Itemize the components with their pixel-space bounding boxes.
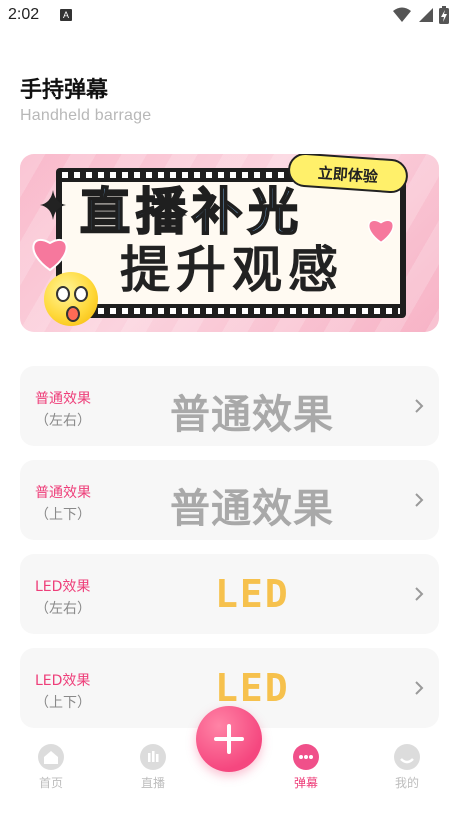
add-button[interactable] bbox=[196, 706, 262, 772]
tab-label: 我的 bbox=[394, 776, 419, 790]
heart-icon bbox=[368, 219, 394, 244]
profile-icon bbox=[394, 744, 420, 770]
page-subtitle: Handheld barrage bbox=[20, 107, 152, 124]
tab-live[interactable]: 直播 bbox=[123, 744, 183, 791]
status-time: 2:02 bbox=[8, 6, 40, 23]
effect-card-led-horizontal[interactable]: LED效果 （左右） LED bbox=[20, 554, 439, 634]
effect-preview: 普通效果 bbox=[170, 392, 334, 438]
heart-icon bbox=[32, 238, 68, 272]
plus-icon bbox=[214, 724, 244, 754]
effect-card-normal-horizontal[interactable]: 普通效果 （左右） 普通效果 bbox=[20, 366, 439, 446]
surprised-emoji-icon bbox=[44, 272, 98, 326]
effect-label: LED效果 bbox=[35, 673, 91, 689]
page-title: 手持弹幕 bbox=[20, 78, 109, 103]
tab-profile[interactable]: 我的 bbox=[377, 744, 437, 791]
effect-label: 普通效果 bbox=[35, 485, 91, 501]
effect-preview: LED bbox=[215, 572, 290, 616]
effect-direction: （左右） bbox=[35, 413, 91, 429]
tab-barrage[interactable]: 弹幕 bbox=[276, 744, 336, 791]
wifi-icon bbox=[393, 7, 411, 22]
tab-label: 首页 bbox=[38, 776, 63, 790]
barrage-icon bbox=[293, 744, 319, 770]
effect-direction: （上下） bbox=[35, 507, 91, 523]
live-icon bbox=[140, 744, 166, 770]
chevron-right-icon bbox=[415, 587, 424, 601]
status-bar: 2:02 A bbox=[0, 0, 459, 32]
banner-headline-1: 直播补光 bbox=[79, 182, 304, 242]
effect-preview: 普通效果 bbox=[170, 486, 334, 532]
film-holes-bottom bbox=[62, 308, 400, 314]
effect-direction: （上下） bbox=[35, 695, 91, 711]
effect-preview: LED bbox=[215, 666, 290, 710]
signal-icon bbox=[419, 8, 433, 22]
tab-label: 弹幕 bbox=[293, 776, 318, 790]
status-icons bbox=[393, 6, 449, 24]
status-indicator: A bbox=[60, 9, 72, 21]
banner-headline-2: 提升观感 bbox=[120, 241, 344, 299]
effect-card-normal-vertical[interactable]: 普通效果 （上下） 普通效果 bbox=[20, 460, 439, 540]
tab-label: 直播 bbox=[140, 776, 165, 790]
effect-label: LED效果 bbox=[35, 579, 91, 595]
chevron-right-icon bbox=[415, 399, 424, 413]
tab-home[interactable]: 首页 bbox=[21, 744, 81, 791]
chevron-right-icon bbox=[415, 681, 424, 695]
sparkle-icon bbox=[40, 190, 66, 220]
effect-direction: （左右） bbox=[35, 601, 91, 617]
promo-banner[interactable]: 直播补光 提升观感 立即体验 bbox=[20, 154, 439, 332]
home-icon bbox=[38, 744, 64, 770]
battery-icon bbox=[439, 6, 449, 24]
effect-label: 普通效果 bbox=[35, 391, 91, 407]
chevron-right-icon bbox=[415, 493, 424, 507]
